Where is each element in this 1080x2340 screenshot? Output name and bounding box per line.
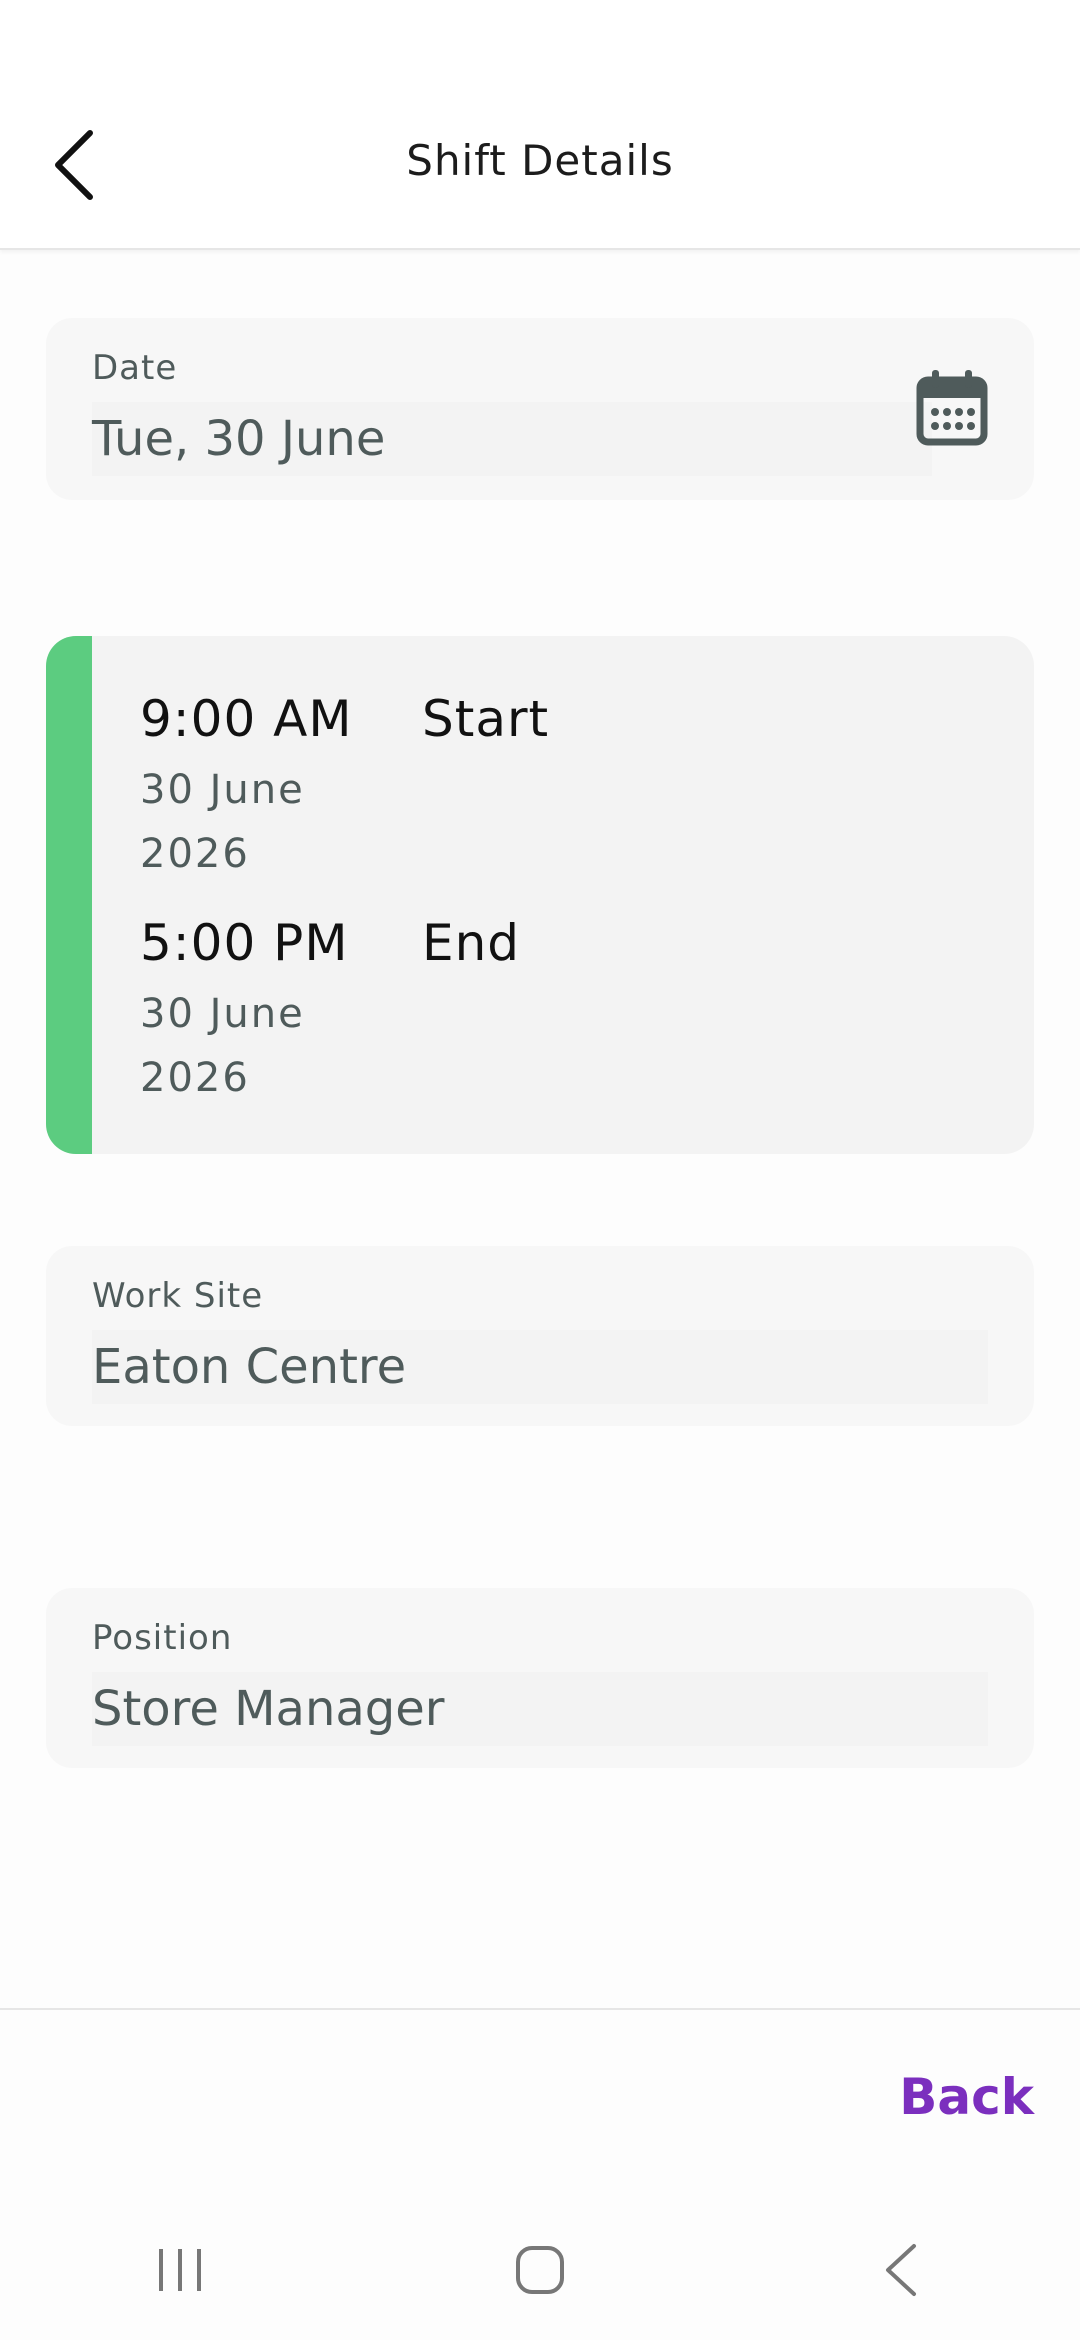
shift-status-bar xyxy=(46,636,92,1154)
work-site-label: Work Site xyxy=(92,1276,264,1316)
footer-divider xyxy=(0,2008,1080,2010)
end-date: 30 June 2026 xyxy=(140,991,305,1101)
end-label: End xyxy=(422,914,521,972)
back-button[interactable]: Back xyxy=(899,2068,1034,2126)
recent-apps-button[interactable] xyxy=(120,2220,240,2320)
app-header: Shift Details xyxy=(0,0,1080,250)
nav-back-button[interactable] xyxy=(840,2220,960,2320)
start-date: 30 June 2026 xyxy=(140,767,305,877)
back-icon xyxy=(886,2244,916,2296)
start-label: Start xyxy=(422,690,550,748)
home-button[interactable] xyxy=(480,2220,600,2320)
work-site-value[interactable]: Eaton Centre xyxy=(92,1330,988,1404)
calendar-button[interactable] xyxy=(914,368,990,448)
work-site-field[interactable]: Work Site Eaton Centre xyxy=(46,1246,1034,1426)
end-time: 5:00 PM xyxy=(140,914,349,972)
home-icon xyxy=(516,2246,564,2294)
position-label: Position xyxy=(92,1618,233,1658)
system-nav-bar xyxy=(0,2200,1080,2340)
date-label: Date xyxy=(92,348,178,388)
page-title: Shift Details xyxy=(406,136,674,185)
recent-apps-icon xyxy=(159,2249,201,2291)
date-value[interactable]: Tue, 30 June xyxy=(92,402,932,476)
start-time: 9:00 AM xyxy=(140,690,353,748)
position-value[interactable]: Store Manager xyxy=(92,1672,988,1746)
position-field[interactable]: Position Store Manager xyxy=(46,1588,1034,1768)
date-field[interactable]: Date Tue, 30 June xyxy=(46,318,1034,500)
shift-time-card: 9:00 AM Start 30 June 2026 5:00 PM End 3… xyxy=(46,636,1034,1154)
calendar-icon xyxy=(916,370,988,446)
